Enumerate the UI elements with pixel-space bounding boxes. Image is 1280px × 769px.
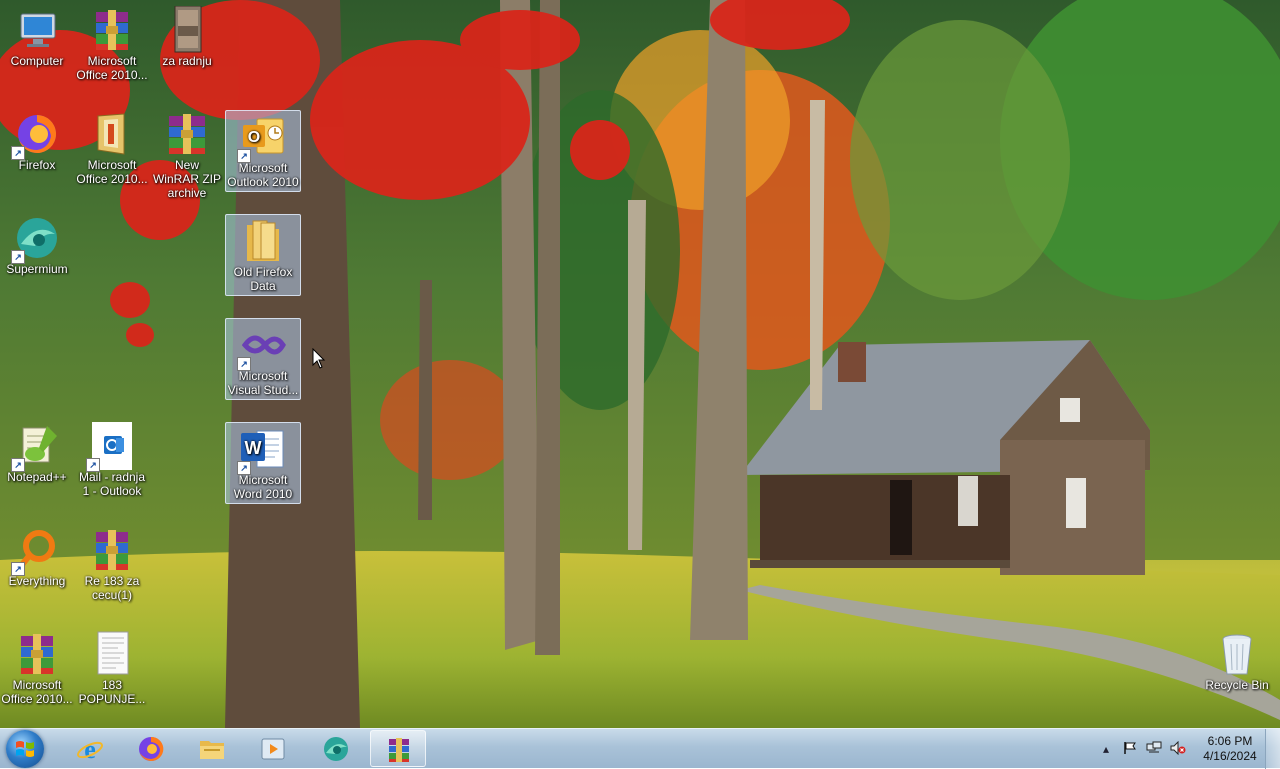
shortcut-arrow-icon: ↗ <box>11 250 25 264</box>
desktop-icon-label: New WinRAR ZIP archive <box>152 158 221 200</box>
winrar-archive-icon <box>88 6 136 54</box>
svg-text:e: e <box>84 735 96 763</box>
desktop-icon-office-archive-3[interactable]: Microsoft Office 2010... <box>0 628 74 708</box>
shortcut-arrow-icon: ↗ <box>86 458 100 472</box>
desktop-icon-visual-studio[interactable]: ↗ Microsoft Visual Stud... <box>225 318 301 400</box>
taskbar-firefox[interactable] <box>123 730 179 767</box>
shortcut-arrow-icon: ↗ <box>11 458 25 472</box>
supermium-icon: ↗ <box>11 214 61 264</box>
winrar-zip-icon <box>163 110 211 158</box>
desktop-icon-supermium[interactable]: ↗ Supermium <box>0 212 74 278</box>
volume-muted-icon[interactable] <box>1170 740 1186 757</box>
desktop-icon-office-archive-1[interactable]: Microsoft Office 2010... <box>75 4 149 84</box>
clock-time: 6:06 PM <box>1207 734 1253 748</box>
desktop-icon-label: Old Firefox Data <box>233 265 293 293</box>
desktop-icon-za-radnju[interactable]: za radnju <box>150 4 224 70</box>
file-explorer-icon <box>200 741 224 759</box>
desktop-icon-label: Mail - radnja 1 - Outlook <box>78 470 146 498</box>
action-center-flag-icon[interactable] <box>1122 741 1138 757</box>
shortcut-arrow-icon: ↗ <box>237 149 251 163</box>
network-icon[interactable] <box>1146 741 1162 757</box>
shortcut-arrow-icon: ↗ <box>237 357 251 371</box>
clock-date: 4/16/2024 <box>1203 749 1257 763</box>
desktop-icon-mail-outlook[interactable]: ↗ Mail - radnja 1 - Outlook <box>75 420 149 500</box>
winrar-archive-icon <box>88 526 136 574</box>
desktop-icon-label: Computer <box>10 54 64 68</box>
desktop-icon-outlook-2010[interactable]: O ↗ Microsoft Outlook 2010 <box>225 110 301 192</box>
desktop-icon-old-firefox-data[interactable]: Old Firefox Data <box>225 214 301 296</box>
taskbar-file-explorer[interactable] <box>184 730 240 767</box>
desktop-icon-label: Microsoft Word 2010 <box>233 473 293 501</box>
desktop-icon-label: Microsoft Visual Stud... <box>227 369 299 397</box>
mouse-cursor-icon <box>312 347 326 375</box>
show-desktop-button[interactable] <box>1265 729 1280 769</box>
taskbar-media-player[interactable] <box>245 730 301 767</box>
desktop-icon-label: Supermium <box>6 262 68 276</box>
desktop-icon-label: Microsoft Office 2010... <box>76 54 148 82</box>
firefox-icon <box>139 736 164 761</box>
system-clock[interactable]: 6:06 PM 4/16/2024 <box>1198 734 1262 764</box>
desktop-icon-computer[interactable]: Computer <box>0 4 74 70</box>
desktop-icon-word-2010[interactable]: W ↗ Microsoft Word 2010 <box>225 422 301 504</box>
desktop-icon-recycle-bin[interactable]: Recycle Bin <box>1200 628 1274 694</box>
desktop-icon-label: Microsoft Office 2010... <box>1 678 73 706</box>
winrar-archive-icon <box>13 630 61 678</box>
media-player-icon <box>261 738 285 760</box>
start-button[interactable] <box>6 730 44 768</box>
taskbar: e ▴ 6:06 PM 4/16/2024 <box>0 728 1280 769</box>
shortcut-arrow-icon: ↗ <box>11 562 25 576</box>
desktop-icon-re183-archive[interactable]: Re 183 za cecu(1) <box>75 524 149 604</box>
computer-icon <box>13 6 61 54</box>
svg-text:O: O <box>248 129 260 146</box>
desktop-icon-office-setup[interactable]: Microsoft Office 2010... <box>75 108 149 188</box>
desktop-icon-label: 183 POPUNJE... <box>78 678 146 706</box>
folder-icon <box>239 217 287 265</box>
taskbar-supermium[interactable] <box>308 730 364 767</box>
recycle-bin-icon <box>1213 630 1261 678</box>
desktop-icon-label: Microsoft Office 2010... <box>76 158 148 186</box>
desktop-icon-label: Re 183 za cecu(1) <box>84 574 140 602</box>
internet-explorer-icon: e <box>77 735 103 763</box>
desktop-icon-label: za radnju <box>162 54 212 68</box>
windows-logo-icon <box>16 741 34 757</box>
everything-search-icon: ↗ <box>11 526 61 576</box>
desktop-icon-label: Recycle Bin <box>1205 678 1269 692</box>
desktop-icon-label: Microsoft Outlook 2010 <box>227 161 299 189</box>
document-icon <box>88 630 136 678</box>
desktop-icon-label: Notepad++ <box>7 470 67 484</box>
desktop-icon-new-winrar-zip[interactable]: New WinRAR ZIP archive <box>150 108 224 202</box>
desktop-icon-firefox[interactable]: ↗ Firefox <box>0 108 74 174</box>
firefox-icon: ↗ <box>11 110 61 160</box>
word-icon: W ↗ <box>237 425 287 475</box>
document-thumbnail-icon <box>163 5 211 54</box>
taskbar-winrar[interactable] <box>370 730 426 767</box>
desktop-icon-183-document[interactable]: 183 POPUNJE... <box>75 628 149 708</box>
show-hidden-icons-chevron-icon[interactable]: ▴ <box>1098 741 1114 757</box>
desktop-icon-label: Firefox <box>18 158 56 172</box>
outlook-mail-icon: ↗ <box>86 422 136 472</box>
shortcut-arrow-icon: ↗ <box>237 461 251 475</box>
desktop-icon-notepadpp[interactable]: ↗ Notepad++ <box>0 420 74 486</box>
shortcut-arrow-icon: ↗ <box>11 146 25 160</box>
winrar-icon <box>389 738 409 762</box>
desktop-icon-label: Everything <box>8 574 66 588</box>
outlook-icon: O ↗ <box>237 113 287 163</box>
supermium-icon <box>324 737 348 761</box>
visual-studio-icon: ↗ <box>237 321 287 371</box>
notepadpp-icon: ↗ <box>11 422 61 472</box>
taskbar-internet-explorer[interactable]: e <box>62 730 118 767</box>
office-setup-icon <box>88 110 136 158</box>
desktop-icon-everything[interactable]: ↗ Everything <box>0 524 74 590</box>
svg-text:W: W <box>245 438 262 458</box>
